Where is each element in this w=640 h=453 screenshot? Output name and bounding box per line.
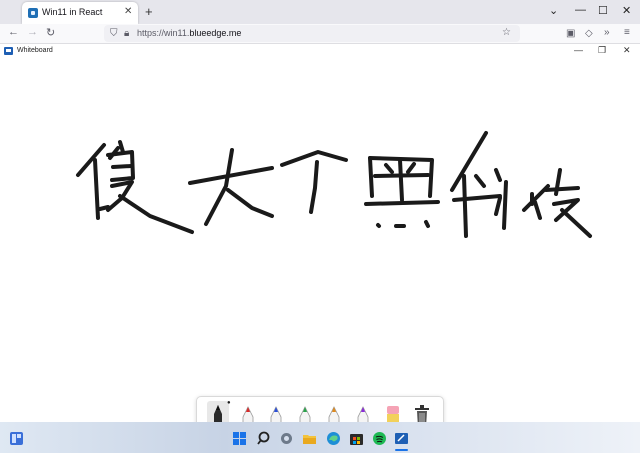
minimize-icon[interactable]: —	[575, 4, 586, 16]
back-icon[interactable]: ←	[8, 26, 19, 38]
browser-navbar: ← → ↻ ⛉ 🔒︎ https://win11.blueedge.me ☆ ▣…	[0, 24, 640, 44]
lock-icon[interactable]: 🔒︎	[124, 28, 129, 39]
file-explorer-icon[interactable]	[302, 431, 317, 446]
spotify-icon[interactable]	[372, 431, 387, 446]
whiteboard-canvas[interactable]	[0, 59, 640, 422]
maximize-icon[interactable]: ☐	[598, 4, 608, 17]
whiteboard-icon[interactable]	[394, 431, 409, 446]
app-minimize-icon[interactable]: —	[574, 45, 583, 55]
app-restore-icon[interactable]: ❐	[598, 45, 606, 56]
search-icon[interactable]	[256, 431, 271, 446]
url-bar[interactable]: ⛉ 🔒︎ https://win11.blueedge.me ☆	[104, 25, 520, 42]
app-title: Whiteboard	[17, 47, 53, 54]
whiteboard-app-icon	[4, 47, 13, 55]
close-window-icon[interactable]: ✕	[622, 4, 631, 17]
shield-icon[interactable]: ⛉	[110, 28, 118, 39]
pen-settings-icon[interactable]: ●	[227, 400, 231, 406]
more-tools-icon[interactable]: »	[604, 27, 610, 38]
handwriting-strokes	[76, 131, 592, 238]
close-tab-icon[interactable]: ✕	[124, 6, 132, 17]
browser-tab[interactable]: Win11 in React ✕	[22, 2, 138, 24]
edge-icon[interactable]	[326, 431, 341, 446]
start-icon[interactable]	[232, 431, 247, 446]
browser-tab-strip: Win11 in React ✕ + ⌄ — ☐ ✕	[0, 0, 640, 24]
extension-icon[interactable]: ▣	[566, 28, 575, 39]
app-titlebar: Whiteboard — ❐ ✕	[0, 44, 640, 59]
list-tabs-icon[interactable]: ⌄	[549, 4, 558, 17]
widgets-icon[interactable]	[9, 431, 24, 446]
store-icon[interactable]	[349, 431, 364, 446]
new-tab-icon[interactable]: +	[145, 4, 153, 19]
bookmark-star-icon[interactable]: ☆	[502, 27, 511, 38]
active-app-indicator	[395, 449, 408, 451]
taskbar	[0, 422, 640, 453]
forward-icon[interactable]: →	[27, 26, 38, 38]
pocket-icon[interactable]: ◇	[585, 28, 593, 39]
menu-icon[interactable]: ≡	[624, 27, 630, 38]
url-text: https://win11.blueedge.me	[137, 28, 242, 38]
settings-icon[interactable]	[279, 431, 294, 446]
tab-title: Win11 in React	[42, 7, 103, 17]
app-close-icon[interactable]: ✕	[623, 45, 631, 56]
react-favicon-icon	[28, 8, 38, 18]
reload-icon[interactable]: ↻	[46, 26, 55, 39]
